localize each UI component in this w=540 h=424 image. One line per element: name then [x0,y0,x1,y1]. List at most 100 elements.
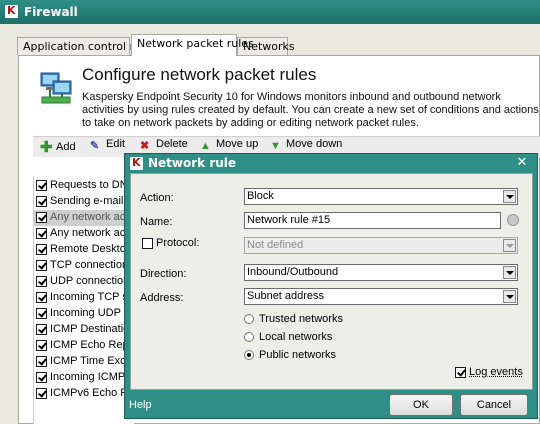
rule-label: ICMP Time Exceeded [50,355,134,367]
window-title: Firewall [24,5,78,19]
direction-label: Direction: [140,268,187,280]
firewall-titlebar[interactable]: Firewall [0,0,540,24]
rule-checkbox[interactable] [36,276,47,287]
pencil-icon: ✎ [90,140,100,152]
rule-label: Incoming UDP streams [50,307,134,319]
rule-label: Incoming ICMP stream [50,371,134,383]
move-down-label: Move down [286,138,343,150]
rule-label: Remote Desktop [50,243,132,255]
info-icon[interactable] [507,214,519,226]
rules-list: Requests to DNS Sending e-mails Any netw… [33,176,134,424]
delete-button[interactable]: ✖ Delete [140,138,188,154]
move-down-button[interactable]: ▼ Move down [270,138,342,154]
list-item[interactable]: Incoming TCP streams [34,290,134,306]
rule-label: TCP connections [50,259,134,271]
ok-button[interactable]: OK [389,394,453,416]
cancel-button[interactable]: Cancel [460,394,528,416]
kaspersky-logo-icon [130,156,143,170]
direction-select[interactable]: Inbound/Outbound [244,264,518,281]
action-value: Block [247,190,274,202]
tab-application-control-rules[interactable]: Application control rules [17,37,157,55]
rule-checkbox[interactable] [36,180,47,191]
rule-label: Any network activity [50,227,134,239]
rule-checkbox[interactable] [36,292,47,303]
dialog-title: Network rule [148,156,237,170]
rule-checkbox[interactable] [36,244,47,255]
list-item[interactable]: ICMP Echo Reply [34,338,134,354]
log-events-label[interactable]: Log events [469,366,523,378]
list-item[interactable]: Requests to DNS [34,178,134,194]
edit-button[interactable]: ✎ Edit [90,138,125,154]
address-select[interactable]: Subnet address [244,288,518,305]
trusted-networks-radio[interactable] [244,314,254,324]
action-select[interactable]: Block [244,188,518,205]
tab-network-packet-rules[interactable]: Network packet rules [131,34,254,56]
public-networks-radio[interactable] [244,350,254,360]
list-item[interactable]: Incoming UDP streams [34,306,134,322]
chevron-down-icon[interactable] [503,190,516,203]
rule-label: ICMPv6 Echo Request [50,387,134,399]
rule-checkbox[interactable] [36,388,47,399]
list-item[interactable]: ICMPv6 Echo Request [34,386,134,402]
list-item[interactable]: ICMP Time Exceeded [34,354,134,370]
arrow-down-icon: ▼ [270,140,281,152]
list-item[interactable]: Incoming ICMP stream [34,370,134,386]
tab-label: Network packet rules [137,37,254,50]
list-item[interactable]: ICMP Destination [34,322,134,338]
local-networks-radio[interactable] [244,332,254,342]
network-computers-icon [40,72,72,104]
rule-label: Any network activity [50,211,134,223]
action-label: Action: [140,192,174,204]
list-item[interactable]: Sending e-mails [34,194,134,210]
list-item[interactable]: Remote Desktop [34,242,134,258]
list-item[interactable]: TCP connections [34,258,134,274]
edit-label: Edit [106,138,125,150]
protocol-select[interactable]: Not defined [244,237,518,254]
address-label: Address: [140,292,184,304]
chevron-down-icon[interactable] [503,290,516,303]
protocol-value: Not defined [247,239,304,251]
rule-checkbox[interactable] [36,308,47,319]
name-field[interactable]: Network rule #15 [244,212,501,229]
rule-checkbox[interactable] [36,196,47,207]
rule-label: Sending e-mails [50,195,129,207]
arrow-up-icon: ▲ [200,140,211,152]
rule-checkbox[interactable] [36,228,47,239]
public-networks-label: Public networks [259,349,337,361]
rule-checkbox[interactable] [36,212,47,223]
log-events-checkbox[interactable] [455,367,466,378]
add-label: Add [56,141,76,153]
address-value: Subnet address [247,290,325,302]
protocol-checkbox[interactable] [142,238,153,249]
list-item[interactable]: UDP connections [34,274,134,290]
chevron-down-icon[interactable] [503,266,516,279]
rule-checkbox[interactable] [36,324,47,335]
delete-x-icon: ✖ [140,140,150,152]
close-icon[interactable]: ✕ [514,155,530,170]
rule-label: ICMP Echo Reply [50,339,134,351]
direction-value: Inbound/Outbound [247,266,339,278]
page-description: Kaspersky Endpoint Security 10 for Windo… [82,91,539,129]
add-button[interactable]: ✚ Add [40,138,76,156]
kaspersky-logo-icon [5,4,18,18]
move-up-button[interactable]: ▲ Move up [200,138,258,154]
rule-checkbox[interactable] [36,356,47,367]
rule-label: Incoming TCP streams [50,291,134,303]
chevron-down-icon[interactable] [503,239,516,252]
list-item[interactable]: Any network activity [34,210,134,226]
move-up-label: Move up [216,138,259,150]
trusted-networks-label: Trusted networks [259,313,343,325]
page-title: Configure network packet rules [82,65,317,84]
local-networks-label: Local networks [259,331,333,343]
delete-label: Delete [156,138,188,150]
list-item[interactable]: Any network activity [34,226,134,242]
rule-label: UDP connections [50,275,134,287]
name-value: Network rule #15 [247,214,331,226]
rule-label: Requests to DNS [50,179,134,191]
rule-checkbox[interactable] [36,340,47,351]
rule-label: ICMP Destination [50,323,134,335]
protocol-label: Protocol: [156,237,200,249]
rule-checkbox[interactable] [36,372,47,383]
help-link[interactable]: Help [129,399,152,411]
rule-checkbox[interactable] [36,260,47,271]
